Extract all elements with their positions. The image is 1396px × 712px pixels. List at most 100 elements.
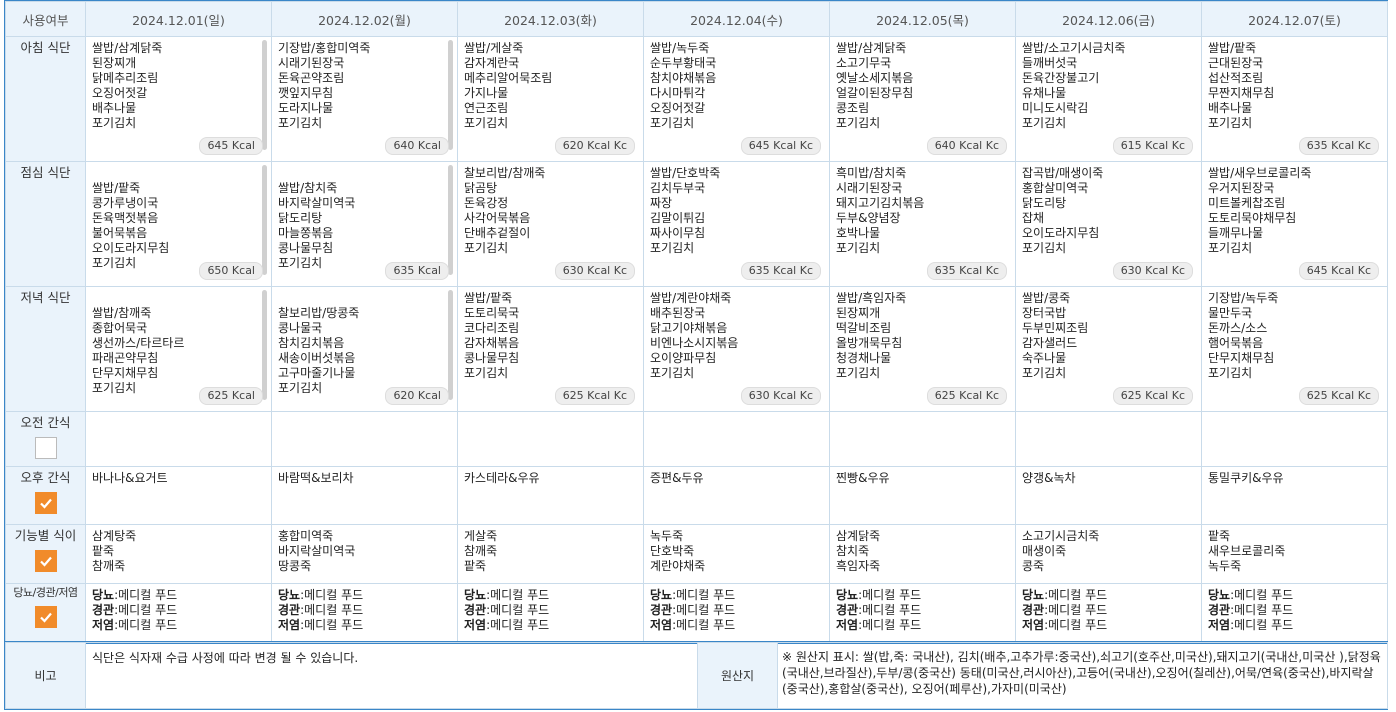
menu-item: 녹두죽 [650,529,684,543]
kcal-badge: 625 Kcal Kc [1112,387,1193,405]
scrollbar[interactable] [448,165,453,275]
kcal-badge: 630 Kcal Kc [554,262,635,280]
functional-cell: 홍합미역죽 바지락살미역국 땅콩죽 [271,524,458,584]
menu-item: 소고기시금치죽 [1022,529,1100,543]
medical-value: :메디컬 푸드 [1044,618,1108,632]
kcal-badge: 630 Kcal Kc [740,387,821,405]
menu-item: 유채나물 [1022,86,1067,100]
medical-value: :메디컬 푸드 [114,603,178,617]
medical-line: 당뇨:메디컬 푸드 [836,588,1009,603]
snack-cell [829,411,1016,467]
medical-key: 저염 [650,618,673,632]
menu-item: 단호박죽 [650,544,695,558]
menu-item: 삼계탕죽 [92,529,137,543]
meal-items: 쌀밥/팥죽 콩가루냉이국 돈육맥젓볶음 불어묵볶음 오이도라지무침 포기김치 [92,166,265,271]
functional-cell: 게살죽 참깨죽 팥죽 [457,524,644,584]
menu-item: 불어묵볶음 [92,226,148,240]
row-label: 점심 식단 [5,161,86,287]
menu-item: 닭도리탕 [1022,196,1067,210]
medical-cell: 당뇨:메디컬 푸드 경관:메디컬 푸드 저염:메디컬 푸드 [1201,583,1388,643]
meal-items: 쌀밥/흑임자죽 된장찌개 떡갈비조림 올방개묵무침 청경채나물 포기김치 [836,291,1009,381]
menu-item: 미니도시락김 [1022,101,1089,115]
checkbox[interactable] [34,492,57,514]
menu-item: 김치두부국 [650,181,706,195]
scrollbar[interactable] [448,40,453,150]
medical-line: 경관:메디컬 푸드 [1208,603,1381,618]
row-label: 아침 식단 [5,36,86,162]
medical-line: 경관:메디컬 푸드 [92,603,265,618]
menu-item [278,166,451,181]
medical-value: :메디컬 푸드 [1230,588,1294,602]
medical-key: 저염 [1208,618,1231,632]
menu-item: 시래기된장국 [278,56,345,70]
menu-item: 바지락살미역국 [278,544,356,558]
menu-item: 닭도리탕 [278,211,323,225]
menu-item: 사각어묵볶음 [464,211,531,225]
medical-value: :메디컬 푸드 [486,588,550,602]
meal-items: 찰보리밥/참깨죽 닭곰탕 돈육강정 사각어묵볶음 단배추겉절이 포기김치 [464,166,637,256]
menu-item: 단배추겉절이 [464,226,531,240]
snack-cell [643,411,830,467]
meal-cell: 쌀밥/흑임자죽 된장찌개 떡갈비조림 올방개묵무침 청경채나물 포기김치 625 Kcal … [829,286,1016,412]
medical-value: :메디컬 푸드 [858,618,922,632]
menu-item: 참치야채볶음 [650,71,717,85]
kcal-badge: 635 Kcal Kc [926,262,1007,280]
menu-item: 들깨무나물 [1208,226,1264,240]
medical-value: :메디컬 푸드 [672,588,736,602]
menu-item: 게살죽 [464,529,498,543]
checkbox[interactable] [34,550,57,572]
snack-cell: 통밀쿠키&우유 [1201,466,1388,525]
scrollbar[interactable] [262,290,267,400]
medical-key: 경관 [92,603,115,617]
scrollbar[interactable] [448,290,453,400]
menu-item: 삼계닭죽 [836,529,881,543]
medical-line: 경관:메디컬 푸드 [278,603,451,618]
menu-item: 쌀밥/새우브로콜리죽 [1208,166,1312,180]
date-header: 2024.12.07(토) [1201,1,1388,37]
menu-item: 생선까스/타르타르 [92,336,185,350]
row-label-text: 기능별 식이 [14,528,77,543]
scrollbar[interactable] [262,165,267,275]
medical-value: :메디컬 푸드 [486,618,550,632]
lunch-row: 점심 식단 쌀밥/팥죽 콩가루냉이국 돈육맥젓볶음 불어묵볶음 오이도라지무침 포기김치 6… [5,161,1388,287]
kcal-badge: 625 Kcal Kc [554,387,635,405]
medical-line: 경관:메디컬 푸드 [1022,603,1195,618]
menu-item: 쌀밥/녹두죽 [650,41,710,55]
menu-item: 참깨죽 [92,559,126,573]
menu-item [92,166,265,181]
menu-item: 녹두죽 [1208,559,1242,573]
date-header: 2024.12.06(금) [1015,1,1202,37]
menu-item: 돈까스/소스 [1208,321,1268,335]
medical-value: :메디컬 푸드 [300,603,364,617]
meal-items: 쌀밥/단호박죽 김치두부국 짜장 김말이튀김 짜사이무침 포기김치 [650,166,823,256]
medical-key: 당뇨 [650,588,673,602]
menu-item: 포기김치 [836,241,881,255]
breakfast-row: 아침 식단 쌀밥/삼계닭죽 된장찌개 닭메추리조림 오징어젓갈 배추나물 포기김치 645 K… [5,36,1388,162]
menu-item: 깻잎지무침 [278,86,334,100]
kcal-badge: 625 Kcal [199,387,263,405]
functional-cell: 팥죽 새우브로콜리죽 녹두죽 [1201,524,1388,584]
meal-cell: 찰보리밥/땅콩죽 콩나물국 참치김치볶음 새송이버섯볶음 고구마줄기나물 포기김치 620 … [271,286,458,412]
meal-items: 쌀밥/참깨죽 종합어묵국 생선까스/타르타르 파래곤약무침 단무지채무침 포기김치 [92,291,265,396]
menu-item: 포기김치 [464,366,509,380]
medical-key: 경관 [1022,603,1045,617]
checkbox[interactable] [34,606,57,628]
kcal-badge: 635 Kcal [385,262,449,280]
meal-items: 쌀밥/팥죽 도토리묵국 코다리조림 감자채볶음 콩나물무침 포기김치 [464,291,637,381]
menu-item: 돈육맥젓볶음 [92,211,159,225]
menu-item: 감자채볶음 [464,336,520,350]
menu-item: 햄어묵볶음 [1208,336,1264,350]
meal-plan-table-wrapper: 사용여부 2024.12.01(일) 2024.12.02(월) 2024.12… [4,0,1388,644]
menu-item: 포기김치 [1208,241,1253,255]
menu-item: 포기김치 [650,366,695,380]
checkbox[interactable] [34,437,57,459]
menu-item: 순두부황태국 [650,56,717,70]
kcal-badge: 620 Kcal [385,387,449,405]
scrollbar[interactable] [262,40,267,150]
snack-cell [85,411,272,467]
note-label: 비고 [5,642,86,709]
menu-item: 포기김치 [836,116,881,130]
menu-item: 쌀밥/삼계닭죽 [92,41,163,55]
medical-key: 경관 [650,603,673,617]
kcal-badge: 650 Kcal [199,262,263,280]
